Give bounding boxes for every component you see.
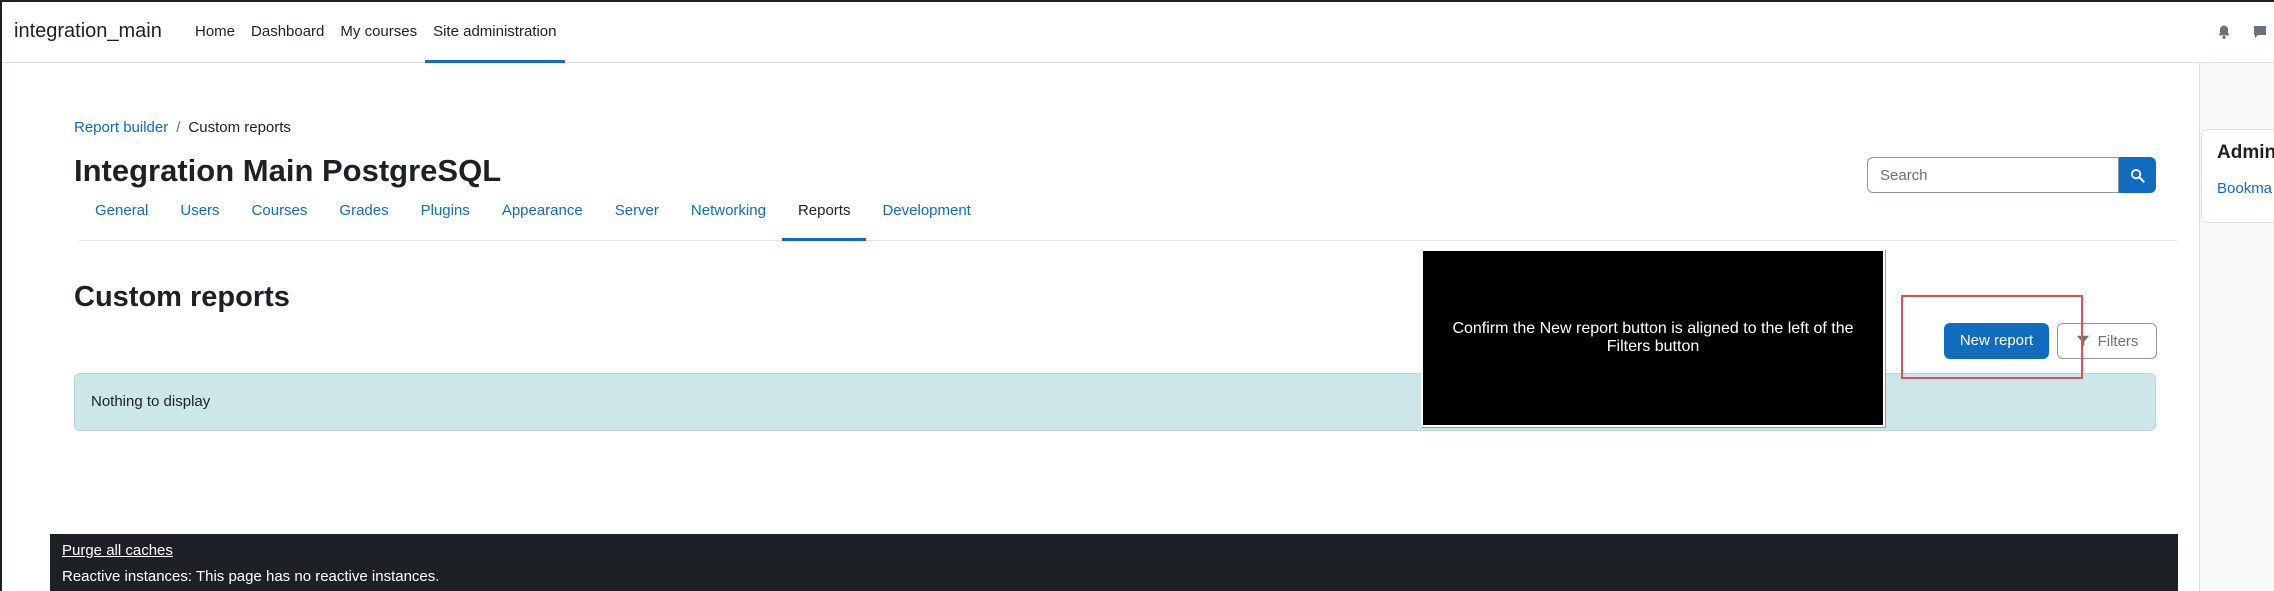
tab-users[interactable]: Users: [164, 185, 235, 241]
bell-icon[interactable]: [2216, 24, 2232, 40]
admin-tabs: General Users Courses Grades Plugins App…: [79, 185, 2177, 241]
main-region: Report builder / Custom reports Integrat…: [2, 63, 2178, 591]
tab-plugins[interactable]: Plugins: [405, 185, 486, 241]
nav-my-courses[interactable]: My courses: [332, 2, 425, 63]
navbar-icons: [2216, 24, 2268, 40]
reactive-instances-text: Reactive instances: This page has no rea…: [62, 568, 440, 585]
tab-appearance[interactable]: Appearance: [486, 185, 599, 241]
breadcrumb: Report builder / Custom reports: [74, 119, 291, 136]
tab-development[interactable]: Development: [866, 185, 986, 241]
page-title: Integration Main PostgreSQL: [74, 153, 502, 188]
tab-reports[interactable]: Reports: [781, 185, 867, 241]
section-heading: Custom reports: [74, 281, 290, 313]
admin-block-title: Admin: [2217, 142, 2274, 163]
primary-navigation: Home Dashboard My courses Site administr…: [187, 2, 565, 63]
right-drawer: Admin Bookma: [2199, 63, 2274, 591]
page-footer: Purge all caches Reactive instances: Thi…: [50, 534, 2178, 591]
breadcrumb-custom-reports: Custom reports: [188, 119, 291, 136]
chat-icon[interactable]: [2252, 24, 2268, 40]
annotation-text: Confirm the New report button is aligned…: [1452, 320, 1854, 355]
admin-block: Admin Bookma: [2201, 129, 2274, 223]
top-navbar: integration_main Home Dashboard My cours…: [2, 2, 2274, 63]
breadcrumb-report-builder[interactable]: Report builder: [74, 119, 168, 136]
tab-grades[interactable]: Grades: [323, 185, 404, 241]
annotation-overlay: Confirm the New report button is aligned…: [1421, 249, 1885, 427]
tab-server[interactable]: Server: [599, 185, 675, 241]
nav-site-administration[interactable]: Site administration: [425, 2, 565, 63]
empty-message: Nothing to display: [91, 393, 211, 410]
search-icon: [2130, 168, 2145, 183]
nav-dashboard[interactable]: Dashboard: [243, 2, 332, 63]
nav-home[interactable]: Home: [187, 2, 243, 63]
bookmarks-link[interactable]: Bookma: [2217, 180, 2272, 197]
breadcrumb-separator: /: [176, 119, 181, 136]
highlight-box: [1901, 295, 2083, 379]
tab-networking[interactable]: Networking: [675, 185, 782, 241]
site-brand[interactable]: integration_main: [14, 20, 162, 43]
purge-caches-link[interactable]: Purge all caches: [62, 542, 2166, 564]
filters-label: Filters: [2097, 332, 2139, 350]
tab-general[interactable]: General: [79, 185, 164, 241]
tab-courses[interactable]: Courses: [236, 185, 324, 241]
